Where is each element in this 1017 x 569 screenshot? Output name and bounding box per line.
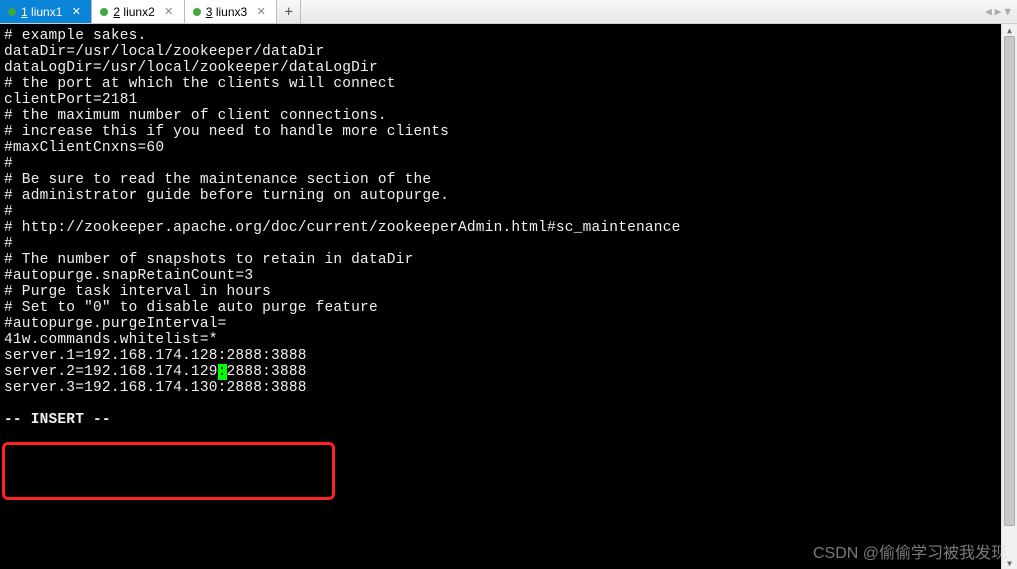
terminal-line: #autopurge.snapRetainCount=3 [4, 268, 997, 284]
terminal-line: clientPort=2181 [4, 92, 997, 108]
terminal-line: server.1=192.168.174.128:2888:3888 [4, 348, 997, 364]
close-icon[interactable]: ✕ [254, 5, 268, 19]
terminal-line: # administrator guide before turning on … [4, 188, 997, 204]
terminal-line: # example sakes. [4, 28, 997, 44]
terminal-line: # Set to "0" to disable auto purge featu… [4, 300, 997, 316]
terminal-line: # the port at which the clients will con… [4, 76, 997, 92]
modified-dot-icon [8, 8, 16, 16]
tab-prev-icon[interactable]: ◀ [985, 5, 992, 18]
terminal-line: #maxClientCnxns=60 [4, 140, 997, 156]
tab-bar: 1 liunx1 ✕ 2 liunx2 ✕ 3 liunx3 ✕ + ◀ ▶ ▼ [0, 0, 1017, 24]
close-icon[interactable]: ✕ [162, 5, 176, 19]
terminal-line: # Be sure to read the maintenance sectio… [4, 172, 997, 188]
terminal-cursor: : [218, 364, 227, 380]
tab-label: 1 liunx1 [21, 5, 62, 19]
terminal-line: server.2=192.168.174.129:2888:3888 [4, 364, 997, 380]
vertical-scrollbar[interactable]: ▲ ▼ [1001, 24, 1017, 569]
tab-nav: ◀ ▶ ▼ [979, 0, 1017, 23]
modified-dot-icon [100, 8, 108, 16]
terminal-line: # http://zookeeper.apache.org/doc/curren… [4, 220, 997, 236]
terminal-line: dataDir=/usr/local/zookeeper/dataDir [4, 44, 997, 60]
tab-label: 2 liunx2 [113, 5, 154, 19]
scroll-up-icon[interactable]: ▲ [1002, 24, 1017, 36]
scroll-down-icon[interactable]: ▼ [1002, 557, 1017, 569]
terminal-line: 41w.commands.whitelist=* [4, 332, 997, 348]
terminal-line: # [4, 236, 997, 252]
modified-dot-icon [193, 8, 201, 16]
tab-liunx3[interactable]: 3 liunx3 ✕ [185, 0, 277, 23]
tab-next-icon[interactable]: ▶ [995, 5, 1002, 18]
terminal-line: # The number of snapshots to retain in d… [4, 252, 997, 268]
close-icon[interactable]: ✕ [69, 5, 83, 19]
tab-liunx2[interactable]: 2 liunx2 ✕ [92, 0, 184, 23]
terminal-line: # [4, 204, 997, 220]
terminal-line: dataLogDir=/usr/local/zookeeper/dataLogD… [4, 60, 997, 76]
terminal-line: server.3=192.168.174.130:2888:3888 [4, 380, 997, 396]
tab-liunx1[interactable]: 1 liunx1 ✕ [0, 0, 92, 23]
vim-status-line: -- INSERT -- [4, 412, 997, 428]
tab-label: 3 liunx3 [206, 5, 247, 19]
terminal-line: # [4, 156, 997, 172]
terminal-area: # example sakes.dataDir=/usr/local/zooke… [0, 24, 1017, 569]
terminal-line: # increase this if you need to handle mo… [4, 124, 997, 140]
terminal-line: #autopurge.purgeInterval= [4, 316, 997, 332]
add-tab-button[interactable]: + [277, 0, 301, 23]
terminal-line: # the maximum number of client connectio… [4, 108, 997, 124]
terminal[interactable]: # example sakes.dataDir=/usr/local/zooke… [0, 24, 1001, 569]
terminal-line: # Purge task interval in hours [4, 284, 997, 300]
scrollbar-thumb[interactable] [1004, 36, 1015, 526]
terminal-line [4, 396, 997, 412]
tab-menu-icon[interactable]: ▼ [1004, 5, 1011, 18]
